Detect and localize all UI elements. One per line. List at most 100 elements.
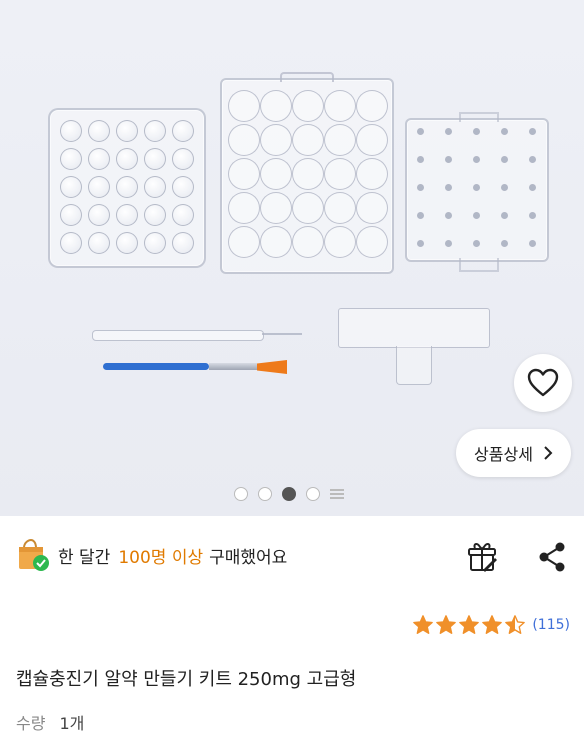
tray-hole	[144, 232, 166, 254]
gift-icon	[468, 543, 497, 572]
star-icon	[459, 615, 480, 634]
plate-dot	[529, 184, 536, 191]
plate-hole	[292, 90, 324, 122]
plate-hole	[292, 226, 324, 258]
gift-button[interactable]	[465, 540, 499, 578]
review-count[interactable]: (115)	[532, 617, 570, 633]
plate-dot	[501, 212, 508, 219]
shopping-bag-icon	[19, 538, 49, 571]
check-badge-icon	[33, 555, 49, 571]
plate-hole	[324, 124, 356, 156]
plate-dot	[529, 128, 536, 135]
tray-hole	[172, 120, 194, 142]
plate-hole	[260, 192, 292, 224]
tray-hole	[88, 148, 110, 170]
plate-dot	[445, 128, 452, 135]
tray-hole	[60, 232, 82, 254]
plate-dot	[417, 212, 424, 219]
tray-hole	[144, 120, 166, 142]
plate-dot	[445, 156, 452, 163]
plate-dot	[529, 212, 536, 219]
tray-hole	[116, 176, 138, 198]
tray-hole	[116, 204, 138, 226]
plate-hole	[324, 226, 356, 258]
product-title: 캡슐충진기 알약 만들기 키트 250mg 고급형	[16, 669, 357, 690]
star-icon	[482, 615, 503, 634]
carousel-pagination[interactable]	[234, 487, 344, 501]
plate-hole	[356, 90, 388, 122]
plate-dot	[501, 156, 508, 163]
plate-hole	[228, 226, 260, 258]
purchase-stat-prefix: 한 달간	[58, 547, 111, 568]
plate-hole	[260, 226, 292, 258]
plate-hole	[324, 90, 356, 122]
share-icon	[539, 542, 565, 572]
capsule-tray-image	[48, 108, 206, 268]
plate-dot	[473, 128, 480, 135]
tray-hole	[116, 120, 138, 142]
tray-hole	[144, 204, 166, 226]
tray-hole	[88, 120, 110, 142]
plate-dot	[501, 128, 508, 135]
purchase-stat-suffix: 구매했어요	[209, 547, 288, 568]
share-button[interactable]	[537, 541, 567, 577]
purchase-stat: 한 달간 100명 이상 구매했어요	[16, 538, 287, 572]
page-dot[interactable]	[306, 487, 320, 501]
product-detail-button[interactable]: 상품상세	[456, 429, 571, 477]
page-dot[interactable]	[258, 487, 272, 501]
rating-stars	[412, 614, 526, 636]
star-icon	[436, 615, 457, 634]
product-image-carousel[interactable]: 상품상세	[0, 0, 584, 516]
plate-hole	[292, 124, 324, 156]
plate-hole	[324, 158, 356, 190]
plate-dot	[445, 240, 452, 247]
tray-hole	[144, 176, 166, 198]
chevron-right-icon	[544, 446, 553, 460]
tray-hole	[88, 232, 110, 254]
tray-hole	[172, 148, 194, 170]
plate-hole	[356, 226, 388, 258]
plate-hole	[228, 90, 260, 122]
tray-hole	[60, 120, 82, 142]
tray-hole	[144, 148, 166, 170]
plate-dot	[529, 156, 536, 163]
plate-hole	[292, 158, 324, 190]
heart-icon	[527, 368, 559, 397]
pipette-image	[92, 330, 302, 341]
plate-dot	[445, 212, 452, 219]
tray-hole	[172, 204, 194, 226]
plate-dot	[473, 156, 480, 163]
tray-hole	[88, 204, 110, 226]
tray-hole	[88, 176, 110, 198]
plate-dot	[417, 240, 424, 247]
plate-hole	[228, 192, 260, 224]
plate-dot	[445, 184, 452, 191]
plate-dot	[417, 156, 424, 163]
plate-hole	[228, 158, 260, 190]
star-icon	[413, 615, 434, 634]
plate-dot	[417, 184, 424, 191]
purchase-stat-highlight: 100명 이상	[118, 547, 204, 568]
plate-dot	[473, 240, 480, 247]
quantity-label: 수량	[16, 714, 46, 733]
plate-hole	[356, 124, 388, 156]
plate-hole	[356, 192, 388, 224]
tray-hole	[172, 232, 194, 254]
tray-hole	[116, 148, 138, 170]
view-all-icon[interactable]	[330, 487, 344, 501]
plate-dot	[501, 184, 508, 191]
tray-hole	[60, 204, 82, 226]
plate-hole	[260, 124, 292, 156]
like-button[interactable]	[514, 354, 572, 412]
product-detail-label: 상품상세	[474, 445, 533, 464]
page-dot-active[interactable]	[282, 487, 296, 501]
page-dot[interactable]	[234, 487, 248, 501]
rating[interactable]: (115)	[412, 614, 570, 636]
tray-hole	[172, 176, 194, 198]
scraper-image	[338, 308, 490, 386]
capsule-cap-plate-image	[405, 112, 549, 272]
plate-hole	[228, 124, 260, 156]
tray-hole	[60, 148, 82, 170]
plate-dot	[529, 240, 536, 247]
plate-hole	[260, 158, 292, 190]
